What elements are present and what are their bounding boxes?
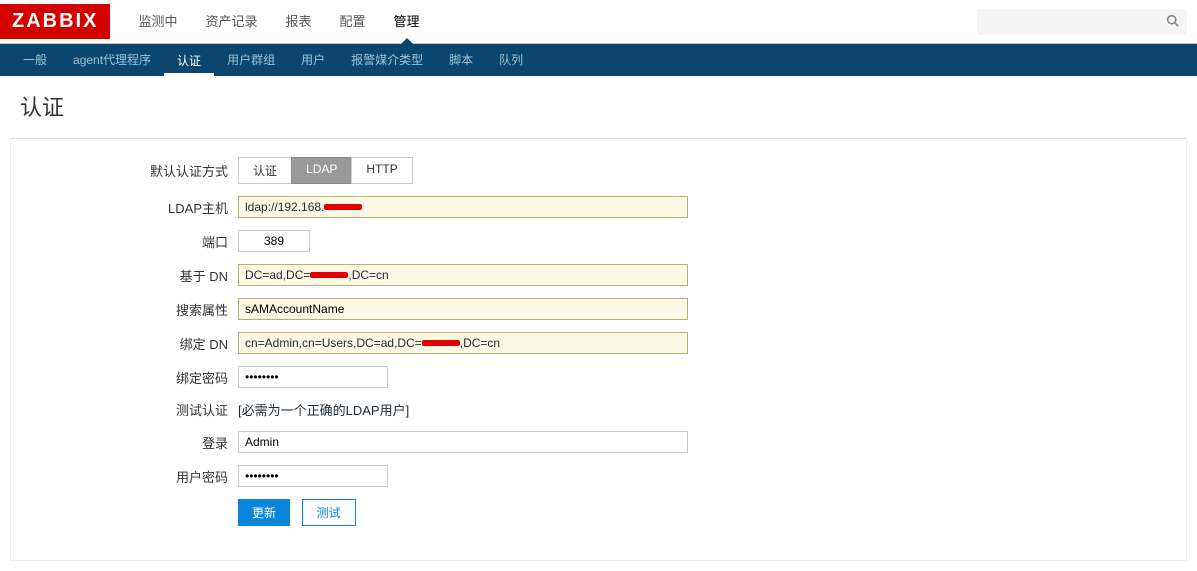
subnav-general[interactable]: 一般 (10, 44, 60, 76)
bind-dn-suffix: ,DC=cn (460, 336, 500, 350)
main-nav: 监测中 资产记录 报表 配置 管理 (126, 0, 977, 44)
port-label: 端口 (11, 232, 238, 251)
subnav-scripts[interactable]: 脚本 (436, 44, 486, 76)
bind-pwd-input[interactable] (238, 366, 388, 388)
bind-dn-input[interactable]: cn=Admin,cn=Users,DC=ad,DC= ,DC=cn (238, 332, 688, 354)
bind-pwd-label: 绑定密码 (11, 368, 238, 387)
subnav-usergroups[interactable]: 用户群组 (214, 44, 288, 76)
search-button[interactable] (1157, 9, 1187, 35)
nav-config[interactable]: 配置 (328, 0, 378, 44)
nav-inventory[interactable]: 资产记录 (193, 0, 269, 44)
redacted-basedn (310, 272, 348, 278)
redacted-host (324, 204, 362, 210)
logo: ZABBIX (0, 4, 110, 39)
auth-option-auth[interactable]: 认证 (238, 157, 292, 184)
auth-option-http[interactable]: HTTP (351, 157, 412, 184)
subnav-proxy[interactable]: agent代理程序 (60, 44, 164, 76)
nav-monitoring[interactable]: 监测中 (126, 0, 189, 44)
redacted-binddn (422, 340, 460, 346)
ldap-host-input[interactable]: ldap://192.168. (238, 196, 688, 218)
test-auth-note: [必需为一个正确的LDAP用户] (238, 400, 1186, 419)
page-title: 认证 (0, 76, 1197, 138)
test-auth-label: 测试认证 (11, 400, 238, 419)
user-pwd-label: 用户密码 (11, 467, 238, 486)
update-button[interactable]: 更新 (238, 499, 290, 526)
login-label: 登录 (11, 433, 238, 452)
subnav-users[interactable]: 用户 (288, 44, 338, 76)
ldap-host-label: LDAP主机 (11, 198, 238, 217)
nav-admin[interactable]: 管理 (382, 0, 432, 44)
login-input[interactable] (238, 431, 688, 453)
base-dn-suffix: ,DC=cn (348, 268, 388, 282)
base-dn-input[interactable]: DC=ad,DC= ,DC=cn (238, 264, 688, 286)
auth-method-group: 认证 LDAP HTTP (238, 157, 413, 184)
bind-dn-label: 绑定 DN (11, 334, 238, 353)
nav-reports[interactable]: 报表 (273, 0, 323, 44)
base-dn-prefix: DC=ad,DC= (245, 268, 310, 282)
base-dn-label: 基于 DN (11, 266, 238, 285)
auth-form-panel: 默认认证方式 认证 LDAP HTTP LDAP主机 ldap://192.16… (10, 138, 1187, 561)
search-input[interactable] (977, 9, 1157, 35)
top-nav: ZABBIX 监测中 资产记录 报表 配置 管理 (0, 0, 1197, 44)
search-attr-input[interactable] (238, 298, 688, 320)
subnav-auth[interactable]: 认证 (164, 44, 214, 76)
sub-nav: 一般 agent代理程序 认证 用户群组 用户 报警媒介类型 脚本 队列 (0, 44, 1197, 76)
subnav-mediatypes[interactable]: 报警媒介类型 (338, 44, 436, 76)
auth-method-label: 默认认证方式 (11, 161, 238, 180)
search-icon (1166, 14, 1179, 27)
test-button[interactable]: 测试 (302, 499, 356, 526)
port-input[interactable] (238, 230, 310, 252)
ldap-host-value-prefix: ldap://192.168. (245, 200, 324, 214)
search-attr-label: 搜索属性 (11, 300, 238, 319)
search-box (977, 9, 1187, 35)
auth-option-ldap[interactable]: LDAP (291, 157, 352, 184)
bind-dn-prefix: cn=Admin,cn=Users,DC=ad,DC= (245, 336, 422, 350)
user-pwd-input[interactable] (238, 465, 388, 487)
subnav-queue[interactable]: 队列 (486, 44, 536, 76)
